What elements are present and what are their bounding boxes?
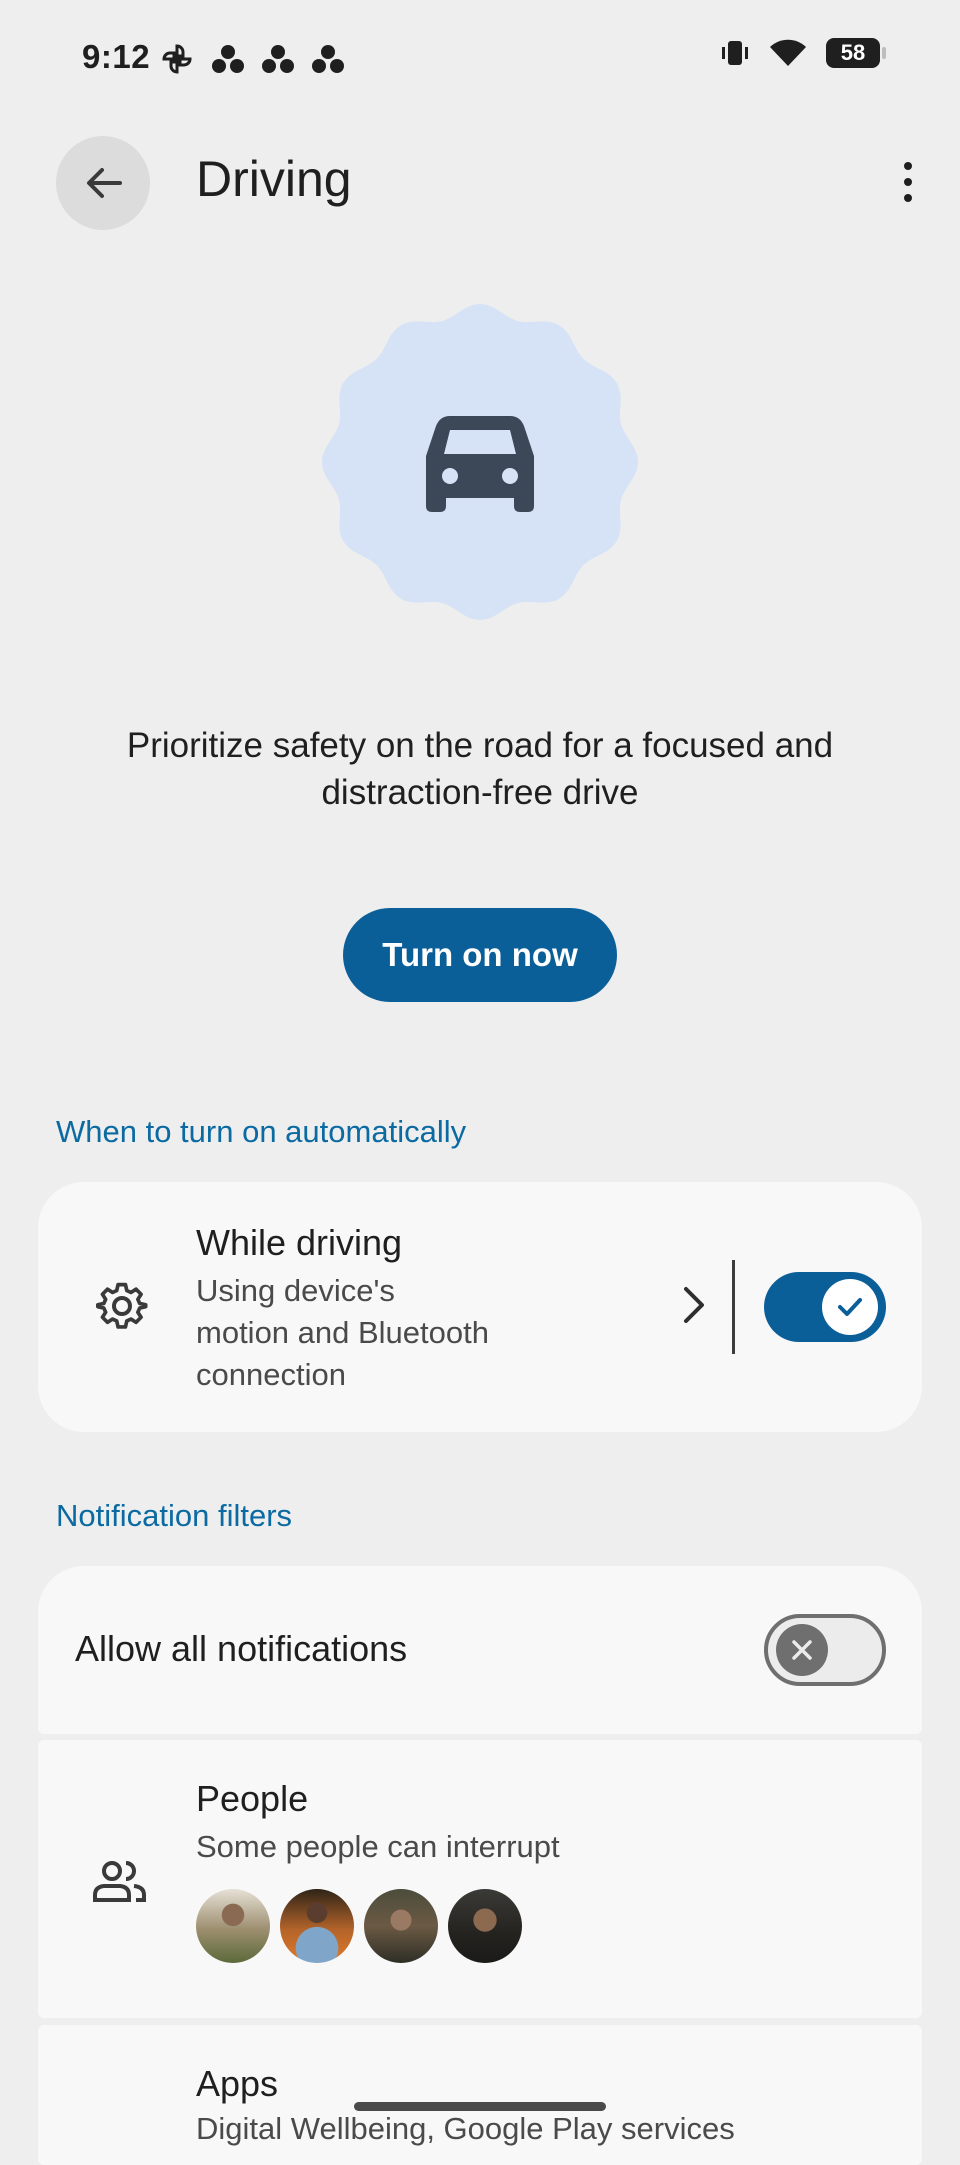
status-system-icons: 58 — [720, 38, 886, 68]
car-icon — [322, 304, 638, 620]
back-button[interactable] — [56, 136, 150, 230]
vibrate-icon — [722, 41, 748, 65]
status-time: 9:12 — [82, 38, 151, 75]
more-options-button[interactable] — [886, 152, 930, 212]
wifi-icon — [770, 39, 806, 66]
battery-icon: 58 — [826, 38, 886, 68]
apps-subtitle: Digital Wellbeing, Google Play services — [196, 2111, 735, 2146]
check-icon — [838, 1298, 862, 1316]
toggle-knob — [822, 1279, 878, 1335]
gear-icon — [96, 1282, 148, 1329]
section-title-automatic: When to turn on automatically — [56, 1114, 467, 1149]
divider — [732, 1260, 735, 1354]
avatar — [364, 1889, 438, 1963]
turn-on-now-button[interactable]: Turn on now — [343, 908, 617, 1002]
section-title-notification-filters: Notification filters — [56, 1498, 293, 1533]
dots-icon — [262, 45, 294, 73]
page-title: Driving — [196, 151, 352, 207]
while-driving-toggle[interactable] — [764, 1272, 886, 1342]
apps-title: Apps — [196, 2063, 279, 2104]
dots-icon — [312, 45, 344, 73]
avatar — [196, 1889, 270, 1963]
avatar — [448, 1889, 522, 1963]
avatar — [280, 1889, 354, 1963]
more-vert-icon — [904, 162, 912, 170]
allow-all-notifications-toggle[interactable] — [764, 1614, 886, 1686]
people-row[interactable] — [38, 1740, 922, 2018]
close-icon — [792, 1640, 812, 1660]
while-driving-title: While driving — [196, 1222, 403, 1263]
arrow-back-icon — [87, 168, 122, 198]
people-subtitle: Some people can interrupt — [196, 1829, 560, 1864]
home-indicator[interactable] — [354, 2102, 606, 2111]
dots-icon — [212, 45, 244, 73]
people-icon — [93, 1861, 146, 1902]
chevron-right-icon[interactable] — [676, 1285, 710, 1325]
while-driving-subtitle: Using device's motion and Bluetooth conn… — [196, 1273, 489, 1392]
pinwheel-icon — [162, 44, 192, 74]
status-notification-icons — [160, 42, 344, 76]
people-title: People — [196, 1778, 309, 1819]
allow-all-notifications-label: Allow all notifications — [75, 1628, 408, 1669]
hero-description: Prioritize safety on the road for a focu… — [126, 726, 834, 812]
toggle-knob — [776, 1624, 828, 1676]
